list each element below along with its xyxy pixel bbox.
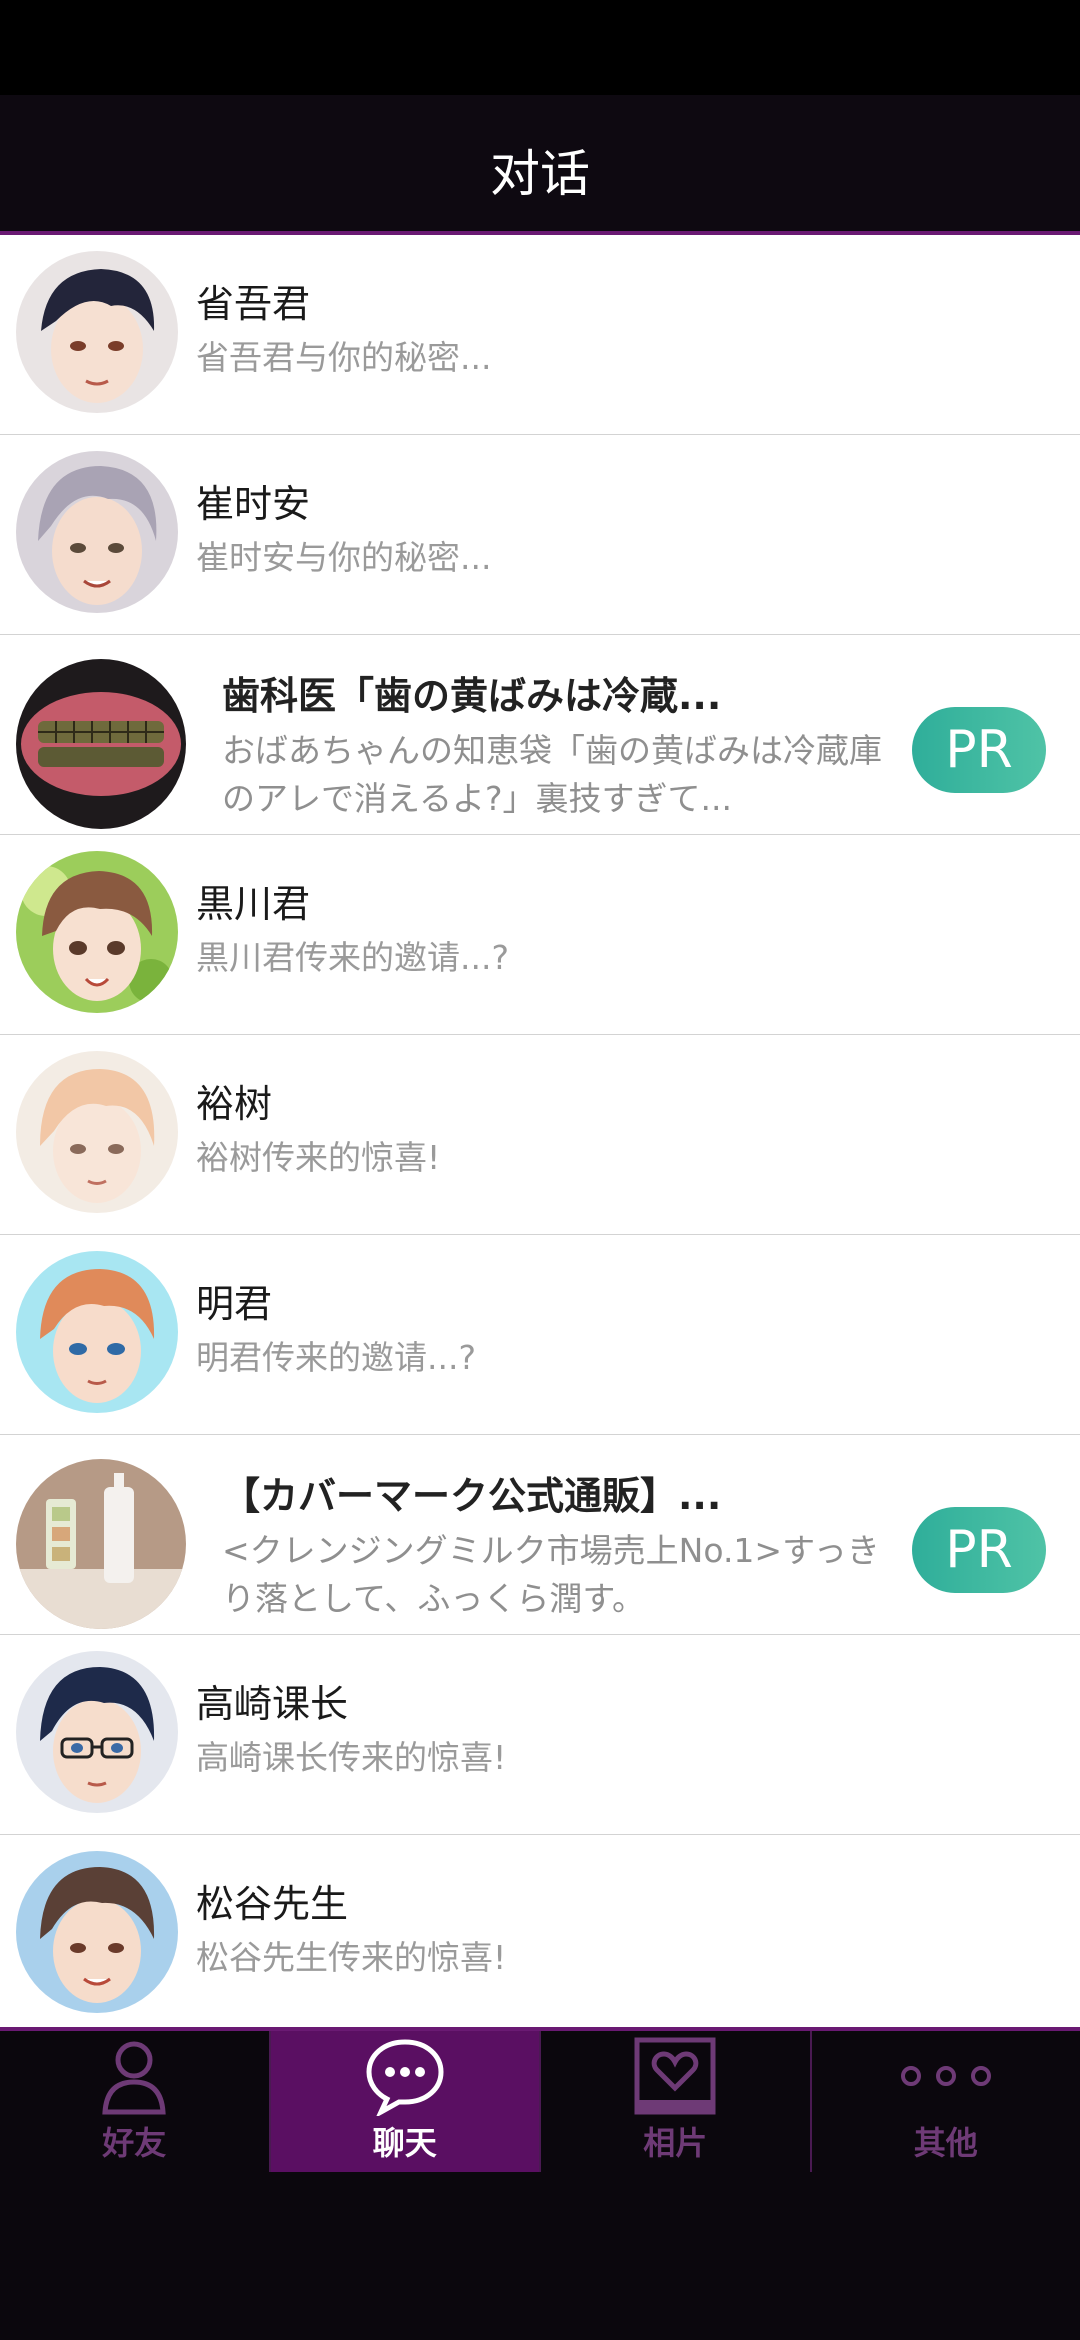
tab-label: 相片	[643, 2124, 708, 2162]
chat-item-akira[interactable]: 明君 明君传来的邀请...?	[0, 1235, 1080, 1435]
ad-description: おばあちゃんの知恵袋「歯の黄ばみは冷蔵庫のアレで消えるよ?」裏技すぎて...	[222, 731, 882, 818]
tab-photos[interactable]: 相片	[541, 2031, 812, 2172]
chat-item-matsutani[interactable]: 松谷先生 松谷先生传来的惊喜!	[0, 1835, 1080, 2027]
tab-bar: 好友 聊天 相片 其他	[0, 2027, 1080, 2172]
photo-heart-icon	[633, 2034, 717, 2118]
avatar-takasaki	[16, 1651, 178, 1813]
ad-title: 【カバーマーク公式通販】...	[222, 1474, 722, 1518]
chat-name: 高崎课长	[196, 1682, 349, 1726]
pr-badge: PR	[912, 707, 1046, 793]
ad-description: <クレンジングミルク市場売上No.1>すっきり落として、ふっくら潤す。	[222, 1531, 880, 1618]
chat-preview: 明君传来的邀请...?	[196, 1338, 476, 1377]
ad-image-cosmetics	[16, 1459, 186, 1629]
chat-item-shogo[interactable]: 省吾君 省吾君与你的秘密...	[0, 235, 1080, 435]
chat-preview: 高崎课长传来的惊喜!	[196, 1738, 507, 1777]
chat-name: 省吾君	[196, 282, 311, 326]
ad-item-dental[interactable]: 歯科医「歯の黄ばみは冷蔵... おばあちゃんの知恵袋「歯の黄ばみは冷蔵庫のアレで…	[0, 635, 1080, 835]
chat-name: 崔时安	[196, 482, 311, 526]
chat-item-yuki[interactable]: 裕树 裕树传来的惊喜!	[0, 1035, 1080, 1235]
person-icon	[99, 2034, 169, 2118]
tab-friends[interactable]: 好友	[0, 2031, 271, 2172]
ad-title: 歯科医「歯の黄ばみは冷蔵...	[222, 674, 722, 718]
pr-badge: PR	[912, 1507, 1046, 1593]
chat-preview: 黒川君传来的邀请...?	[196, 938, 509, 977]
chat-item-kurokawa[interactable]: 黒川君 黒川君传来的邀请...?	[0, 835, 1080, 1035]
page-title: 对话	[490, 145, 590, 203]
tab-label: 好友	[102, 2124, 167, 2162]
chat-preview: 裕树传来的惊喜!	[196, 1138, 441, 1177]
chat-name: 松谷先生	[196, 1882, 349, 1926]
chat-item-takasaki[interactable]: 高崎课长 高崎课长传来的惊喜!	[0, 1635, 1080, 1835]
header: 对话	[0, 95, 1080, 235]
avatar-shogo	[16, 251, 178, 413]
avatar-choi	[16, 451, 178, 613]
chat-list[interactable]: 省吾君 省吾君与你的秘密... 崔时安 崔时安与你的秘密... 歯科医「歯の黄ば…	[0, 235, 1080, 2027]
tab-other[interactable]: 其他	[812, 2031, 1080, 2172]
ad-item-covermark[interactable]: 【カバーマーク公式通販】... <クレンジングミルク市場売上No.1>すっきり落…	[0, 1435, 1080, 1635]
chat-item-choi[interactable]: 崔时安 崔时安与你的秘密...	[0, 435, 1080, 635]
avatar-kurokawa	[16, 851, 178, 1013]
ad-image-teeth	[16, 659, 186, 829]
tab-label: 其他	[913, 2124, 978, 2162]
tab-label: 聊天	[372, 2124, 437, 2162]
chat-preview: 崔时安与你的秘密...	[196, 538, 492, 577]
chat-bubble-icon	[363, 2034, 447, 2118]
more-dots-icon	[896, 2034, 996, 2118]
avatar-yuki	[16, 1051, 178, 1213]
chat-name: 黒川君	[196, 882, 311, 926]
avatar-matsutani	[16, 1851, 178, 2013]
chat-name: 明君	[196, 1282, 273, 1326]
status-bar	[0, 0, 1080, 95]
avatar-akira	[16, 1251, 178, 1413]
bottom-blank-area	[0, 2172, 1080, 2340]
chat-preview: 省吾君与你的秘密...	[196, 338, 492, 377]
chat-preview: 松谷先生传来的惊喜!	[196, 1938, 507, 1977]
tab-chat[interactable]: 聊天	[270, 2031, 541, 2172]
chat-name: 裕树	[196, 1082, 273, 1126]
